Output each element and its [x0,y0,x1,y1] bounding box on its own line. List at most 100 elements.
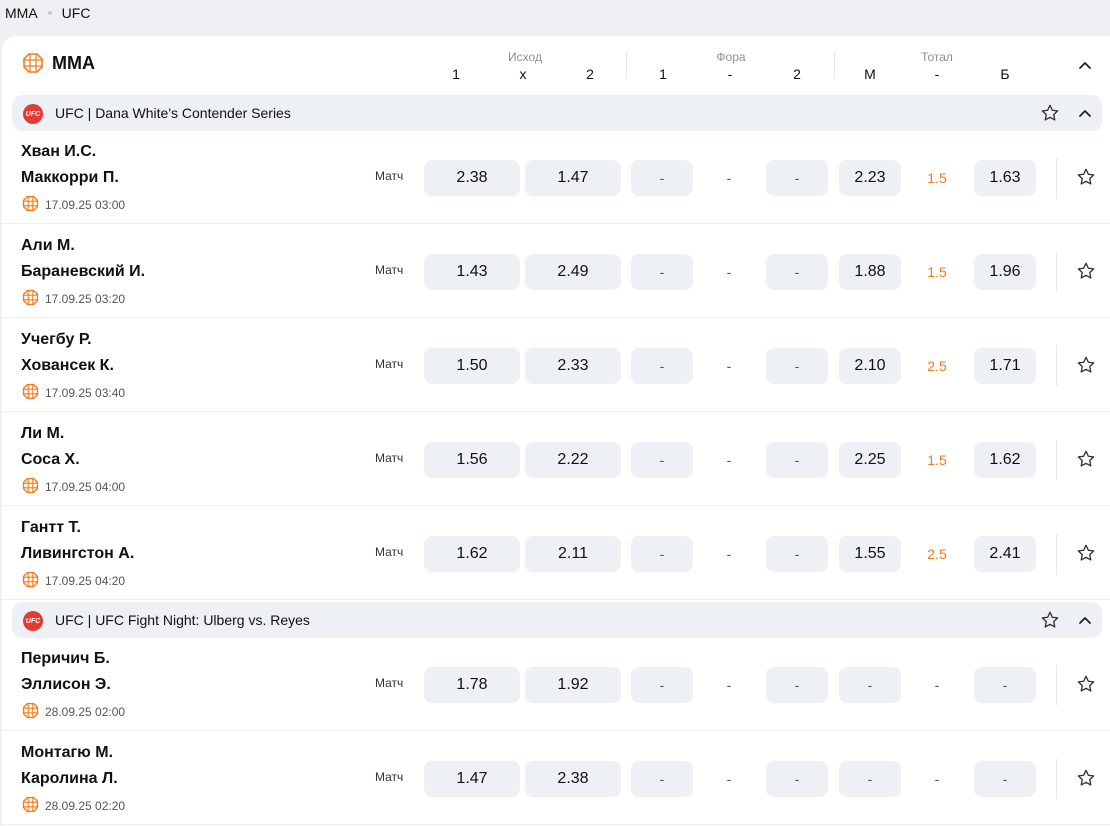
odd-button-handicap-1[interactable]: - [631,761,693,797]
team-1-name[interactable]: Учегбу Р. [21,331,92,349]
odd-button-total-over[interactable]: - [974,761,1036,797]
odd-button-win-2[interactable]: 2.22 [525,442,621,478]
odd-button-total-under[interactable]: 2.10 [839,348,901,384]
team-1-name[interactable]: Али М. [21,237,75,255]
odd-button-win-1[interactable]: 1.56 [424,442,520,478]
star-icon[interactable] [1040,610,1060,635]
odd-button-total-under[interactable]: 2.23 [839,160,901,196]
team-1-name[interactable]: Гантт Т. [21,519,81,537]
odd-button-handicap-1[interactable]: - [631,442,693,478]
events-panel: MMA Исход 1 x 2 Фора 1 - 2 Тотал М - Б U… [2,36,1110,826]
row-divider [1056,759,1057,799]
star-icon[interactable] [1076,674,1096,699]
market-label: Матч [375,676,404,690]
league-header[interactable]: UFC UFC | Dana White's Contender Series [12,95,1102,131]
chevron-up-icon[interactable] [1075,55,1095,75]
odd-button-win-2[interactable]: 2.49 [525,254,621,290]
odd-button-win-2[interactable]: 2.33 [525,348,621,384]
team-1-name[interactable]: Монтагю М. [21,744,113,762]
star-icon[interactable] [1076,167,1096,192]
total-line-value: 2.5 [927,546,947,562]
team-1-name[interactable]: Ли М. [21,425,64,443]
event-row: Ли М. Соса Х. 17.09.25 04:00 Матч 1.56 2… [2,413,1110,506]
star-icon[interactable] [1076,768,1096,793]
star-icon[interactable] [1076,543,1096,568]
star-icon[interactable] [1040,103,1060,128]
odd-button-total-over[interactable]: 1.71 [974,348,1036,384]
event-row: Перичич Б. Эллисон Э. 28.09.25 02:00 Мат… [2,638,1110,731]
odd-button-win-1[interactable]: 1.47 [424,761,520,797]
odd-button-total-over[interactable]: 2.41 [974,536,1036,572]
row-divider [1056,346,1057,386]
odd-button-handicap-2[interactable]: - [766,536,828,572]
event-datetime-text: 17.09.25 03:40 [45,386,126,400]
odd-button-win-1[interactable]: 1.50 [424,348,520,384]
odd-button-win-1[interactable]: 1.78 [424,667,520,703]
team-2-name[interactable]: Маккорри П. [21,169,119,187]
event-datetime-text: 28.09.25 02:20 [45,799,126,813]
event-datetime: 17.09.25 03:40 [22,383,125,403]
odd-button-win-2[interactable]: 2.38 [525,761,621,797]
chevron-up-icon[interactable] [1075,610,1095,635]
odd-button-handicap-1[interactable]: - [631,348,693,384]
odd-button-win-1[interactable]: 1.62 [424,536,520,572]
odd-button-handicap-1[interactable]: - [631,667,693,703]
col-label-1: 1 [452,66,460,82]
odd-button-handicap-2[interactable]: - [766,667,828,703]
octagon-cage-icon [23,53,43,73]
event-row: Учегбу Р. Ховансек К. 17.09.25 03:40 Мат… [2,319,1110,412]
team-1-name[interactable]: Хван И.С. [21,143,96,161]
odd-button-handicap-1[interactable]: - [631,254,693,290]
col-label-over: Б [1000,66,1010,82]
league-name: UFC | UFC Fight Night: Ulberg vs. Reyes [55,612,310,628]
odd-button-win-2[interactable]: 1.47 [525,160,621,196]
market-label: Матч [375,545,404,559]
odd-button-total-over[interactable]: 1.96 [974,254,1036,290]
col-label-under: М [864,66,876,82]
star-icon[interactable] [1076,355,1096,380]
odd-button-handicap-2[interactable]: - [766,160,828,196]
ufc-logo: UFC [23,104,43,124]
odd-button-win-1[interactable]: 2.38 [424,160,520,196]
league-header[interactable]: UFC UFC | UFC Fight Night: Ulberg vs. Re… [12,602,1102,638]
odd-button-total-over[interactable]: 1.62 [974,442,1036,478]
odd-button-win-2[interactable]: 1.92 [525,667,621,703]
odd-button-handicap-1[interactable]: - [631,160,693,196]
star-icon[interactable] [1076,449,1096,474]
handicap-value: - [726,452,732,468]
chevron-up-icon[interactable] [1075,103,1095,128]
odd-button-win-2[interactable]: 2.11 [525,536,621,572]
col-label-handicap-2: 2 [793,66,801,82]
event-row: Монтагю М. Каролина Л. 28.09.25 02:20 Ма… [2,732,1110,825]
handicap-value: - [726,546,732,562]
odd-button-handicap-2[interactable]: - [766,761,828,797]
team-2-name[interactable]: Бараневский И. [21,263,145,281]
total-line-value: 1.5 [927,170,947,186]
breadcrumb-item-mma[interactable]: MMA [5,5,38,21]
odd-button-total-under[interactable]: 1.55 [839,536,901,572]
odd-button-total-over[interactable]: - [974,667,1036,703]
odd-button-handicap-1[interactable]: - [631,536,693,572]
odd-button-total-under[interactable]: 2.25 [839,442,901,478]
row-divider [1056,158,1057,198]
group-label-total: Тотал [921,50,953,64]
odd-button-handicap-2[interactable]: - [766,348,828,384]
team-2-name[interactable]: Ливингстон А. [21,545,134,563]
odd-button-total-over[interactable]: 1.63 [974,160,1036,196]
odd-button-total-under[interactable]: - [839,667,901,703]
team-2-name[interactable]: Каролина Л. [21,770,118,788]
breadcrumb: MMA UFC [5,5,90,21]
total-line-value: - [934,677,940,693]
odd-button-total-under[interactable]: - [839,761,901,797]
team-1-name[interactable]: Перичич Б. [21,650,110,668]
team-2-name[interactable]: Соса Х. [21,451,80,469]
team-2-name[interactable]: Эллисон Э. [21,676,111,694]
odd-button-win-1[interactable]: 1.43 [424,254,520,290]
header-divider [626,52,627,78]
group-label-outcome: Исход [508,50,542,64]
team-2-name[interactable]: Ховансек К. [21,357,114,375]
odd-button-handicap-2[interactable]: - [766,442,828,478]
odd-button-handicap-2[interactable]: - [766,254,828,290]
star-icon[interactable] [1076,261,1096,286]
odd-button-total-under[interactable]: 1.88 [839,254,901,290]
